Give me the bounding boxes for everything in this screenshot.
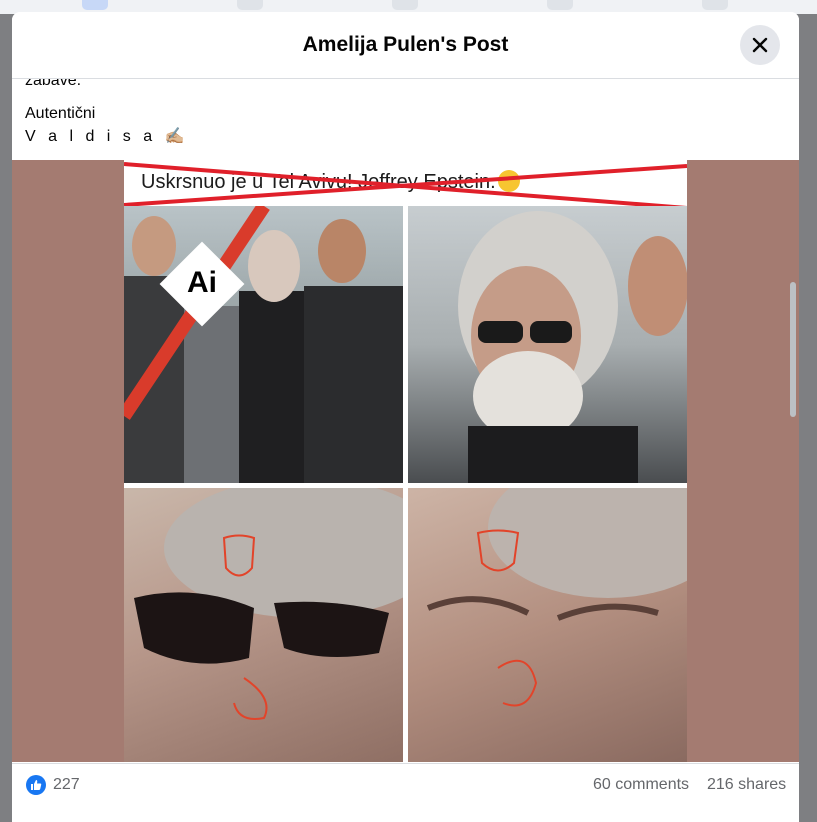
post-content: zabave. Autentični V a l d i s a ✍🏼 Uskr…: [12, 79, 799, 762]
modal-title: Amelija Pulen's Post: [302, 33, 509, 56]
shares-count-link[interactable]: 216 shares: [707, 776, 786, 794]
photo-top-left: [124, 206, 403, 483]
like-reaction-icon[interactable]: [26, 775, 46, 795]
meme-image: Uskrsnuo je u Tel Avivu! Jeffrey Epstein…: [124, 160, 687, 762]
man-with-sunglasses: [458, 211, 687, 483]
comments-count-link[interactable]: 60 comments: [593, 776, 689, 794]
home-icon: [82, 0, 108, 10]
scrollbar-thumb[interactable]: [790, 282, 796, 417]
close-button[interactable]: [740, 25, 780, 65]
marketplace-icon: [392, 0, 418, 10]
ai-badge-label: Ai: [187, 266, 217, 299]
post-image[interactable]: Uskrsnuo je u Tel Avivu! Jeffrey Epstein…: [12, 160, 799, 762]
photo-bottom-right: [408, 488, 687, 762]
photo-top-right: [408, 206, 687, 483]
post-text-line-1: Autentični: [25, 105, 96, 122]
closeup-face: [426, 488, 687, 707]
groups-icon: [547, 0, 573, 10]
closeup-sunglasses: [134, 488, 403, 720]
close-icon: [752, 37, 768, 53]
gaming-icon: [702, 0, 728, 10]
crowd-figures: [124, 206, 403, 483]
modal-header: Amelija Pulen's Post: [12, 12, 799, 79]
photo-bottom-left: [124, 488, 403, 762]
post-stats-bar: 227 60 comments 216 shares: [12, 763, 799, 822]
post-modal: Amelija Pulen's Post zabave. Autentični …: [12, 12, 799, 822]
thumbs-up-icon: [31, 780, 42, 790]
post-text-partial: zabave.: [25, 79, 82, 89]
video-icon: [237, 0, 263, 10]
post-text-line-2: V a l d i s a ✍🏼: [25, 128, 189, 145]
reaction-count[interactable]: 227: [53, 776, 80, 794]
